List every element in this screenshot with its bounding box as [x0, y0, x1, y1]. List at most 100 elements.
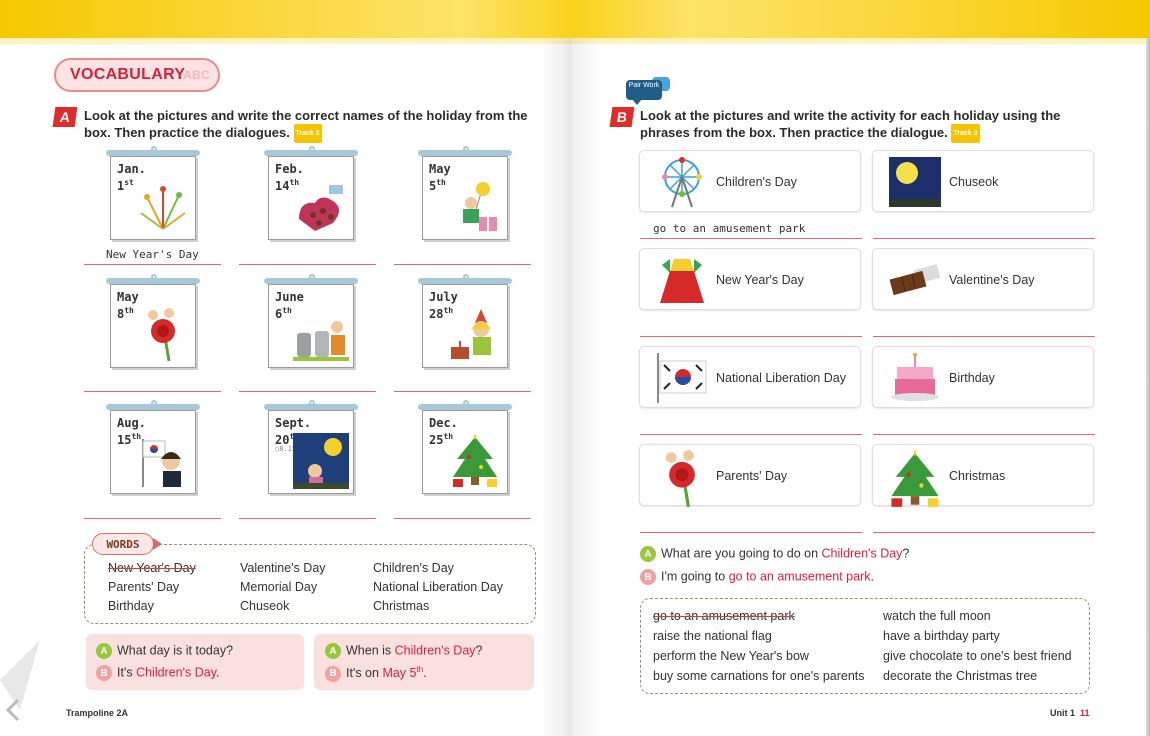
- section-a-instruction: Look at the pictures and write the corre…: [84, 107, 534, 144]
- phrase-item: decorate the Christmas tree: [883, 669, 1038, 683]
- holiday-card: Parents' Day: [639, 444, 861, 508]
- section-b-tag: B: [609, 107, 635, 127]
- dialogue-text: It's: [117, 665, 137, 680]
- korean-flag-icon: [652, 351, 712, 405]
- holiday-calendar: Aug. 15th: [106, 400, 200, 494]
- dialogue-b-b: B I'm going to go to an amusement park.: [640, 569, 874, 585]
- holiday-card: National Liberation Day: [639, 346, 861, 408]
- section-a-tag: A: [52, 107, 78, 127]
- holiday-card: Valentine's Day: [872, 248, 1094, 310]
- holiday-calendar: May 8th: [106, 274, 200, 368]
- holiday-card-label: Chuseok: [949, 175, 999, 189]
- calendar-month: May: [429, 162, 451, 176]
- holiday-calendar: May 5th: [418, 146, 512, 240]
- calendar-month: July: [429, 290, 458, 304]
- calendar-month: Aug.: [117, 416, 146, 430]
- answer-line[interactable]: [640, 532, 862, 533]
- answer-line[interactable]: [640, 336, 862, 337]
- phrase-item: give chocolate to one's best friend: [883, 649, 1072, 663]
- child-with-balloon-icon: [447, 179, 503, 235]
- footer-page-number: 11: [1080, 708, 1090, 718]
- vocabulary-badge: VOCABULARY ABC: [54, 58, 220, 92]
- chocolate-box-icon: [293, 179, 349, 235]
- calendar-hook: [463, 400, 469, 406]
- full-moon-night-icon: [293, 433, 349, 489]
- section-b-instruction: Look at the pictures and write the activ…: [640, 107, 1100, 144]
- calendar-day-suffix: th: [282, 306, 292, 315]
- dialogue-highlight: go to an amusement park: [728, 569, 871, 584]
- answer-line[interactable]: [239, 518, 376, 519]
- word-item: Valentine's Day: [240, 561, 326, 575]
- dialogue-highlight: Children's Day: [821, 546, 903, 561]
- holiday-card: Birthday: [872, 346, 1094, 408]
- answer-line[interactable]: [873, 336, 1095, 337]
- calendar-month: Dec.: [429, 416, 458, 430]
- word-item: Children's Day: [373, 561, 454, 575]
- calendar-hook: [151, 146, 157, 152]
- phrase-item: have a birthday party: [883, 629, 1000, 643]
- word-item: Birthday: [108, 599, 154, 613]
- ferris-wheel-icon: [652, 155, 712, 209]
- word-item: Memorial Day: [240, 580, 318, 594]
- carnation-icon: [135, 307, 191, 363]
- calendar-month: Jan.: [117, 162, 146, 176]
- christmas-tree-icon: [885, 449, 945, 507]
- calendar-sheet: May 8th: [110, 284, 196, 368]
- answer-line[interactable]: [394, 391, 531, 392]
- answer-line[interactable]: [873, 238, 1095, 239]
- calendar-day-suffix: st: [124, 178, 134, 187]
- answer-line[interactable]: [239, 264, 376, 265]
- answer-line[interactable]: [394, 264, 531, 265]
- page-curl[interactable]: [0, 640, 70, 736]
- calendar-sheet: Aug. 15th: [110, 410, 196, 494]
- calendar-hook: [309, 274, 315, 280]
- dialogue-text: .: [870, 569, 874, 584]
- words-tag: WORDS: [92, 533, 162, 555]
- answer-line[interactable]: [84, 391, 221, 392]
- word-item: Parents' Day: [108, 580, 180, 594]
- holiday-calendar: July 28th: [418, 274, 512, 368]
- dialogue-text: ?: [475, 643, 483, 658]
- answer-line[interactable]: [873, 434, 1095, 435]
- dialogue-1-b: B It's Children's Day.: [96, 665, 220, 681]
- calendar-month: Sept.: [275, 416, 312, 430]
- holiday-calendar: June 6th: [264, 274, 358, 368]
- calendar-sheet: Sept.20th○8.15: [268, 410, 354, 494]
- holiday-calendar: Dec. 25th: [418, 400, 512, 494]
- dialogue-text: .: [423, 666, 427, 681]
- dialogue-text: When is: [346, 643, 395, 658]
- holiday-card-label: Parents' Day: [716, 469, 788, 483]
- dialogue-text: What day is it today?: [117, 643, 234, 658]
- dialogue-text: .: [216, 665, 220, 680]
- track-badge-a: Track 2: [293, 124, 322, 144]
- answer-line[interactable]: [873, 532, 1095, 533]
- dialogue-highlight: May 5: [382, 666, 417, 681]
- word-item: Christmas: [373, 599, 430, 613]
- calendar-day-suffix: th: [436, 178, 446, 187]
- calendar-hook: [309, 146, 315, 152]
- answer-line[interactable]: [640, 238, 862, 239]
- word-item: Chuseok: [240, 599, 290, 613]
- holiday-calendar: Jan. 1st: [106, 146, 200, 240]
- answer-line[interactable]: [394, 518, 531, 519]
- calendar-hook: [463, 146, 469, 152]
- calendar-hook: [151, 400, 157, 406]
- calendar-month: June: [275, 290, 304, 304]
- holiday-card-label: Valentine's Day: [949, 273, 1035, 287]
- answer-line[interactable]: [84, 264, 221, 265]
- section-b-instruction-line2: phrases from the box. Then practice the …: [640, 125, 948, 140]
- pair-work-label: Pair Work: [628, 82, 660, 89]
- dialogue-text: I'm going to: [661, 569, 729, 584]
- holiday-card: Christmas: [872, 444, 1094, 507]
- role-b-icon: B: [96, 665, 112, 681]
- role-a-icon: A: [325, 643, 341, 659]
- role-a-icon: A: [640, 546, 656, 562]
- answer-line[interactable]: [640, 434, 862, 435]
- chocolate-bar-icon: [885, 253, 945, 307]
- answer-line[interactable]: [239, 391, 376, 392]
- memorial-graves-icon: [293, 307, 349, 363]
- dialogue-highlight: Children's Day: [136, 665, 217, 680]
- phrase-item: watch the full moon: [883, 609, 991, 623]
- holiday-card-label: Christmas: [949, 469, 1006, 483]
- answer-line[interactable]: [84, 518, 221, 519]
